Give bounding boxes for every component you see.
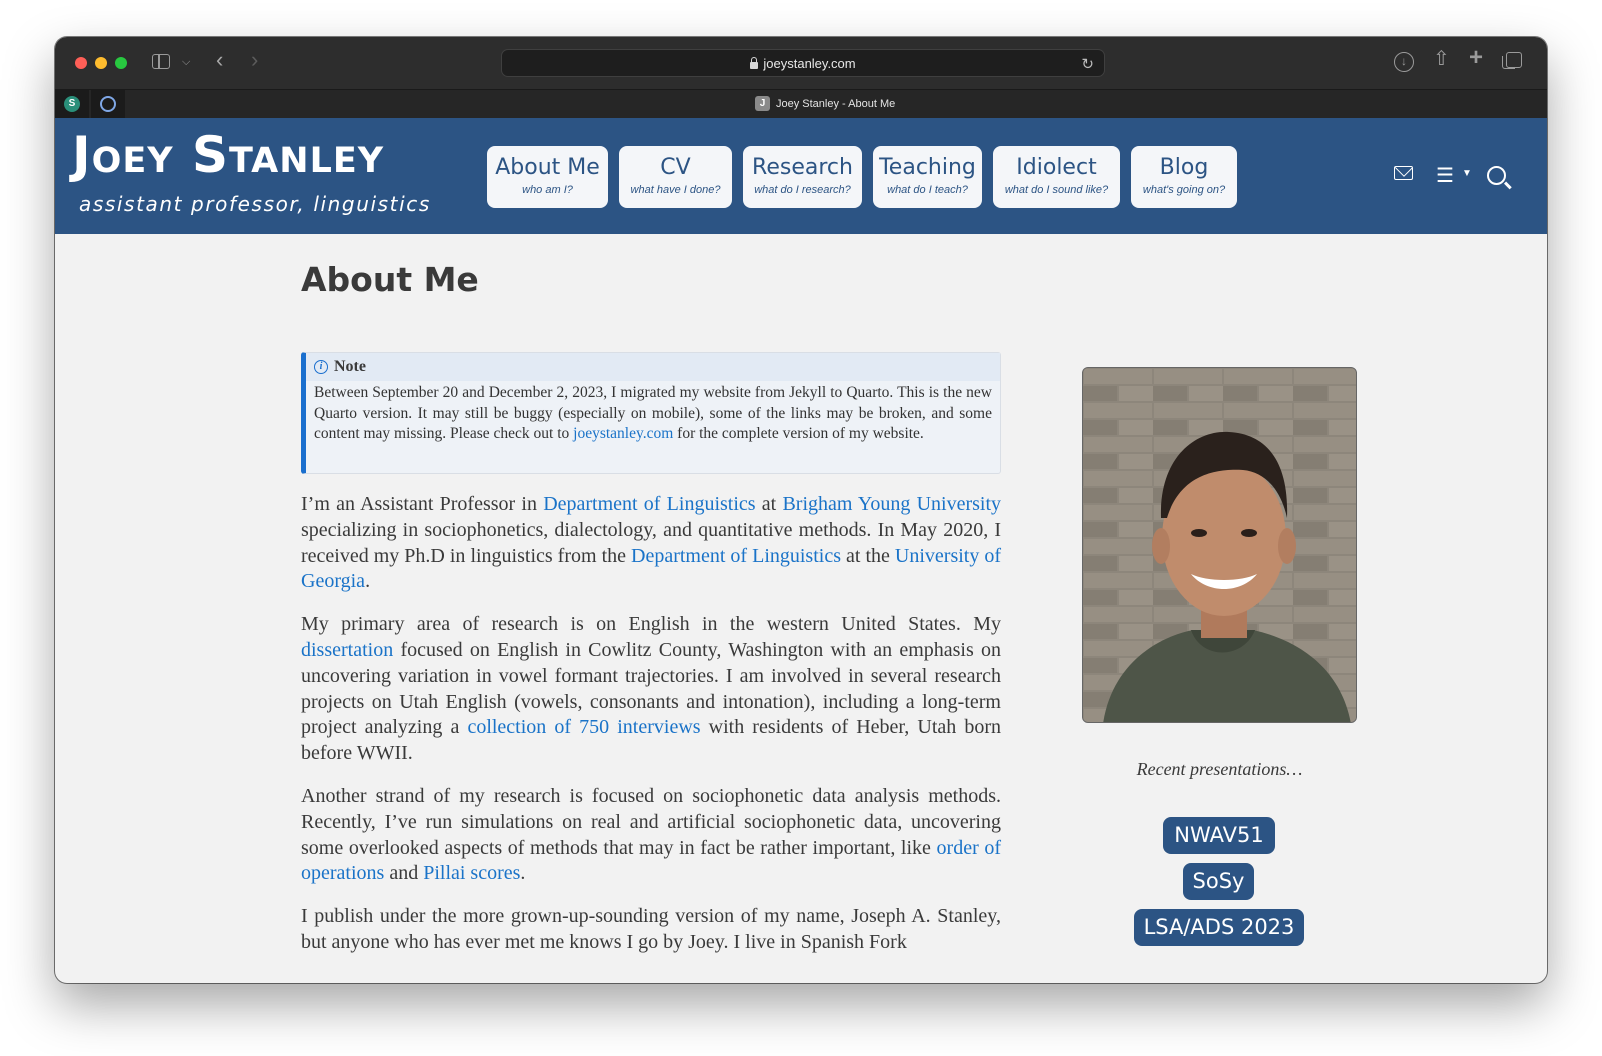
about-content: I’m an Assistant Professor in Department…	[301, 492, 1001, 973]
site-brand-name[interactable]: Joey Stanley	[72, 126, 384, 184]
nav-teaching[interactable]: Teaching what do I teach?	[873, 146, 982, 208]
back-arrow-icon[interactable]: ‹	[216, 49, 223, 71]
callout-body: Between September 20 and December 2, 202…	[306, 381, 1000, 445]
site-header: Joey Stanley assistant professor, lingui…	[55, 118, 1547, 234]
paragraph-research: My primary area of research is on Englis…	[301, 612, 1001, 767]
sidebar-toggle-icon[interactable]	[152, 54, 170, 69]
text: My primary area of research is on Englis…	[301, 613, 1001, 636]
text: I publish under the more grown-up-soundi…	[301, 905, 1001, 953]
link-collection-of-interviews[interactable]: collection of 750 interviews	[467, 716, 700, 738]
tab-bar: S J Joey Stanley - About Me	[55, 89, 1547, 118]
text: Another strand of my research is focused…	[301, 784, 1001, 859]
close-window-button[interactable]	[75, 57, 87, 69]
nav-idiolect[interactable]: Idiolect what do I sound like?	[993, 146, 1120, 208]
link-uga-department-of-linguistics[interactable]: Department of Linguistics	[631, 545, 841, 567]
text: at the	[841, 544, 895, 567]
share-icon[interactable]: ⇧	[1433, 49, 1450, 69]
tab-title: Joey Stanley - About Me	[776, 97, 896, 110]
search-icon[interactable]	[1487, 166, 1506, 185]
menu-icon[interactable]: ☰	[1436, 163, 1454, 188]
forward-arrow-icon[interactable]: ›	[251, 49, 258, 71]
nav-about-me[interactable]: About Me who am I?	[487, 146, 608, 208]
nav-cv[interactable]: CV what have I done?	[619, 146, 732, 208]
address-bar[interactable]: joeystanley.com ↻	[501, 49, 1105, 77]
pinned-tab-1[interactable]: S	[55, 90, 89, 118]
nav-research[interactable]: Research what do I research?	[743, 146, 862, 208]
browser-toolbar: ⌵ ‹ › joeystanley.com ↻ ↓ ⇧ +	[55, 37, 1547, 89]
mail-icon[interactable]	[1394, 166, 1413, 180]
page-title: About Me	[301, 260, 479, 299]
presentation-lsa-ads-badge[interactable]: LSA/ADS 2023	[1134, 909, 1304, 946]
nav-title: Teaching	[879, 155, 976, 180]
nav-subtitle: what do I sound like?	[1004, 184, 1109, 196]
presentation-nwav51-badge[interactable]: NWAV51	[1163, 817, 1275, 854]
pinned-tab-2[interactable]	[91, 90, 125, 118]
chevron-down-icon[interactable]: ⌵	[182, 52, 190, 72]
presentation-sosy-badge[interactable]: SoSy	[1183, 863, 1254, 900]
link-byu[interactable]: Brigham Young University	[782, 493, 1001, 515]
nav-subtitle: who am I?	[522, 184, 573, 196]
text: I’m an Assistant Professor in	[301, 493, 544, 515]
download-icon[interactable]: ↓	[1394, 52, 1414, 72]
recent-presentations-heading: Recent presentations…	[1136, 759, 1303, 779]
pinned-tab-favicon: S	[64, 96, 80, 112]
callout-website-link[interactable]: joeystanley.com	[573, 425, 673, 442]
callout-text: for the complete version of my website.	[673, 425, 924, 443]
reload-icon[interactable]: ↻	[1081, 55, 1094, 73]
nav-blog[interactable]: Blog what's going on?	[1131, 146, 1237, 208]
tab-favicon: J	[755, 96, 770, 111]
paragraph-intro: I’m an Assistant Professor in Department…	[301, 492, 1001, 595]
profile-photo	[1082, 367, 1357, 723]
profile-photo-image	[1083, 368, 1356, 722]
tab-overview-icon[interactable]	[1502, 52, 1522, 69]
text: at	[755, 493, 783, 515]
nav-title: CV	[660, 155, 691, 180]
text: .	[365, 570, 371, 593]
browser-window: ⌵ ‹ › joeystanley.com ↻ ↓ ⇧ + S J Joey S…	[55, 37, 1547, 983]
text: .	[520, 862, 526, 885]
lock-icon	[750, 56, 759, 69]
pinned-tab-favicon-icon	[100, 96, 116, 112]
callout-header: i Note	[306, 353, 1000, 381]
active-tab[interactable]: J Joey Stanley - About Me	[755, 96, 895, 111]
minimize-window-button[interactable]	[95, 57, 107, 69]
info-icon: i	[314, 360, 328, 374]
note-callout: i Note Between September 20 and December…	[301, 352, 1001, 474]
nav-title: About Me	[495, 155, 600, 180]
nav-subtitle: what have I done?	[630, 184, 721, 196]
paragraph-methods: Another strand of my research is focused…	[301, 784, 1001, 887]
link-pillai-scores[interactable]: Pillai scores	[423, 862, 520, 884]
text: and	[384, 862, 424, 885]
new-tab-icon[interactable]: +	[1469, 46, 1483, 70]
caret-down-icon[interactable]: ▼	[1462, 168, 1472, 179]
nav-title: Research	[752, 155, 853, 180]
zoom-window-button[interactable]	[115, 57, 127, 69]
paragraph-name: I publish under the more grown-up-soundi…	[301, 904, 1001, 956]
nav-subtitle: what do I teach?	[887, 184, 968, 196]
link-department-of-linguistics[interactable]: Department of Linguistics	[543, 493, 755, 515]
callout-heading: Note	[334, 358, 366, 375]
link-dissertation[interactable]: dissertation	[301, 639, 393, 661]
url-text: joeystanley.com	[763, 55, 856, 71]
nav-subtitle: what's going on?	[1142, 184, 1226, 196]
nav-title: Blog	[1159, 155, 1209, 180]
nav-subtitle: what do I research?	[754, 184, 851, 196]
site-brand-subtitle: assistant professor, linguistics	[79, 192, 431, 216]
nav-title: Idiolect	[1016, 155, 1097, 180]
